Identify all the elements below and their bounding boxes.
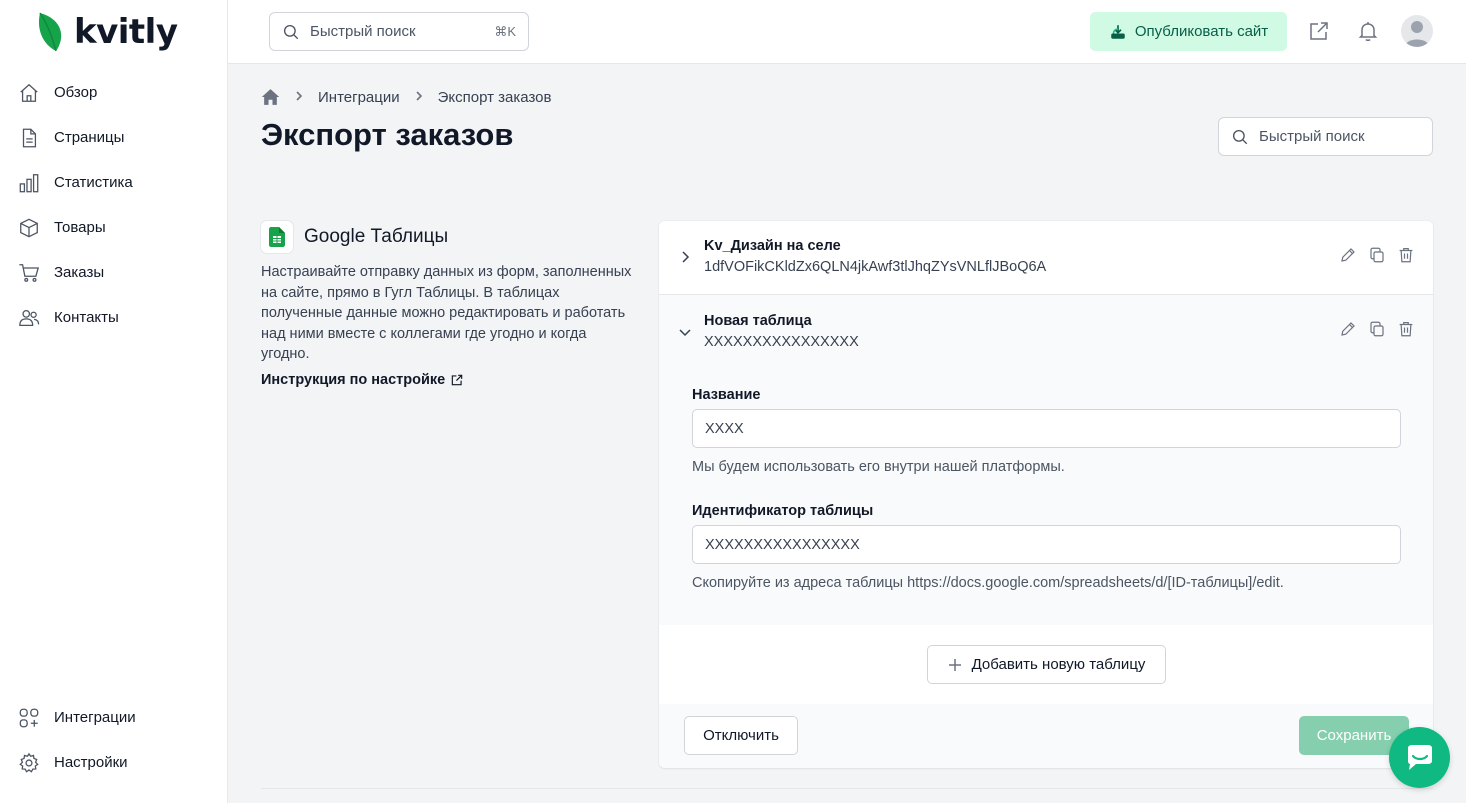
disable-button[interactable]: Отключить bbox=[684, 716, 798, 755]
row-actions bbox=[1339, 246, 1415, 264]
sidebar: kvitly Обзор Страницы Статистика Товары … bbox=[0, 0, 228, 803]
name-field[interactable] bbox=[692, 409, 1401, 448]
gear-icon bbox=[19, 752, 39, 773]
user-avatar-icon bbox=[1405, 21, 1429, 47]
sidebar-item-statistics[interactable]: Статистика bbox=[0, 160, 227, 205]
sheet-id-field[interactable] bbox=[692, 525, 1401, 564]
row-actions bbox=[1339, 320, 1415, 338]
add-table-button[interactable]: Добавить новую таблицу bbox=[927, 645, 1166, 684]
main-nav: Обзор Страницы Статистика Товары Заказы … bbox=[0, 70, 227, 340]
publish-label: Опубликовать сайт bbox=[1134, 23, 1269, 40]
chat-bubble-icon bbox=[1407, 744, 1432, 770]
topbar: Быстрый поиск ⌘K Опубликовать сайт bbox=[228, 0, 1466, 64]
copy-icon[interactable] bbox=[1368, 320, 1386, 338]
sidebar-item-contacts[interactable]: Контакты bbox=[0, 295, 227, 340]
instruction-link-label: Инструкция по настройке bbox=[261, 371, 446, 388]
bar-chart-icon bbox=[19, 173, 39, 192]
document-icon bbox=[22, 128, 37, 147]
integrations-icon bbox=[19, 708, 39, 727]
search-icon bbox=[1232, 129, 1248, 144]
sidebar-item-label: Обзор bbox=[54, 84, 98, 101]
home-icon[interactable] bbox=[261, 88, 280, 106]
sheet-id-field-help: Скопируйте из адреса таблицы https://doc… bbox=[692, 575, 1284, 591]
breadcrumb-current: Экспорт заказов bbox=[437, 88, 552, 106]
card-footer: Отключить Сохранить bbox=[659, 704, 1433, 768]
sidebar-item-label: Заказы bbox=[54, 264, 105, 281]
search-placeholder: Быстрый поиск bbox=[310, 23, 416, 40]
tables-card: Kv_Дизайн на селе 1dfVOFikCKldZx6QLN4jkA… bbox=[659, 221, 1433, 768]
sidebar-item-settings[interactable]: Настройки bbox=[0, 740, 227, 785]
chat-button[interactable] bbox=[1389, 727, 1450, 788]
table-row: Kv_Дизайн на селе 1dfVOFikCKldZx6QLN4jkA… bbox=[659, 221, 1433, 295]
name-field-label: Название bbox=[692, 387, 761, 403]
leaf-logo-icon bbox=[38, 12, 62, 52]
search-shortcut: ⌘K bbox=[494, 23, 516, 39]
trash-icon[interactable] bbox=[1397, 246, 1415, 264]
breadcrumb: Интеграции Экспорт заказов bbox=[261, 88, 551, 106]
bell-icon[interactable] bbox=[1356, 19, 1380, 43]
sidebar-item-label: Статистика bbox=[54, 174, 133, 191]
box-icon bbox=[20, 218, 38, 237]
sidebar-item-integrations[interactable]: Интеграции bbox=[0, 695, 227, 740]
table-id: XXXXXXXXXXXXXXXX bbox=[704, 334, 859, 350]
search-placeholder: Быстрый поиск bbox=[1259, 128, 1365, 145]
table-name: Kv_Дизайн на селе bbox=[704, 238, 841, 254]
chevron-right-icon[interactable] bbox=[677, 249, 693, 265]
search-icon bbox=[283, 24, 299, 39]
name-field-help: Мы будем использовать его внутри нашей п… bbox=[692, 459, 1065, 475]
table-row-expanded: Новая таблица XXXXXXXXXXXXXXXX Название … bbox=[659, 295, 1433, 625]
pencil-icon[interactable] bbox=[1339, 320, 1357, 338]
logo[interactable]: kvitly bbox=[36, 10, 178, 54]
sidebar-item-products[interactable]: Товары bbox=[0, 205, 227, 250]
publish-icon bbox=[1111, 24, 1125, 39]
chevron-right-icon bbox=[294, 89, 304, 106]
sidebar-item-label: Интеграции bbox=[54, 709, 136, 726]
sidebar-item-label: Настройки bbox=[54, 754, 128, 771]
add-table-label: Добавить новую таблицу bbox=[971, 656, 1146, 673]
home-icon bbox=[20, 83, 38, 102]
plus-icon bbox=[948, 658, 961, 671]
external-link-icon[interactable] bbox=[1307, 19, 1331, 43]
integration-intro: Google Таблицы Настраивайте отправку дан… bbox=[261, 221, 641, 388]
trash-icon[interactable] bbox=[1397, 320, 1415, 338]
logo-text: kvitly bbox=[74, 12, 178, 52]
sidebar-item-label: Страницы bbox=[54, 129, 125, 146]
sidebar-item-orders[interactable]: Заказы bbox=[0, 250, 227, 295]
publish-site-button[interactable]: Опубликовать сайт bbox=[1090, 12, 1287, 51]
sheet-id-field-label: Идентификатор таблицы bbox=[692, 503, 874, 519]
table-name: Новая таблица bbox=[704, 313, 812, 329]
divider bbox=[261, 788, 1433, 789]
chevron-down-icon[interactable] bbox=[677, 324, 693, 340]
bottom-nav: Интеграции Настройки bbox=[0, 695, 227, 785]
external-link-icon bbox=[451, 374, 463, 385]
sidebar-item-overview[interactable]: Обзор bbox=[0, 70, 227, 115]
users-icon bbox=[19, 309, 40, 326]
pencil-icon[interactable] bbox=[1339, 246, 1357, 264]
chevron-right-icon bbox=[414, 89, 424, 106]
cart-icon bbox=[19, 263, 40, 282]
sidebar-item-label: Товары bbox=[54, 219, 106, 236]
integration-title: Google Таблицы bbox=[304, 226, 449, 247]
integration-header: Google Таблицы bbox=[261, 221, 641, 253]
page-search-input[interactable]: Быстрый поиск bbox=[1218, 117, 1433, 156]
breadcrumb-link[interactable]: Интеграции bbox=[318, 89, 400, 106]
sidebar-item-pages[interactable]: Страницы bbox=[0, 115, 227, 160]
table-id: 1dfVOFikCKldZx6QLN4jkAwf3tlJhqZYsVNLflJB… bbox=[704, 259, 1047, 275]
avatar[interactable] bbox=[1401, 15, 1433, 47]
google-sheets-icon bbox=[261, 221, 293, 253]
integration-description: Настраивайте отправку данных из форм, за… bbox=[261, 264, 632, 362]
instruction-link[interactable]: Инструкция по настройке bbox=[261, 372, 641, 388]
global-search-input[interactable]: Быстрый поиск ⌘K bbox=[269, 12, 529, 51]
copy-icon[interactable] bbox=[1368, 246, 1386, 264]
sidebar-item-label: Контакты bbox=[54, 309, 119, 326]
page-title: Экспорт заказов bbox=[261, 117, 514, 152]
